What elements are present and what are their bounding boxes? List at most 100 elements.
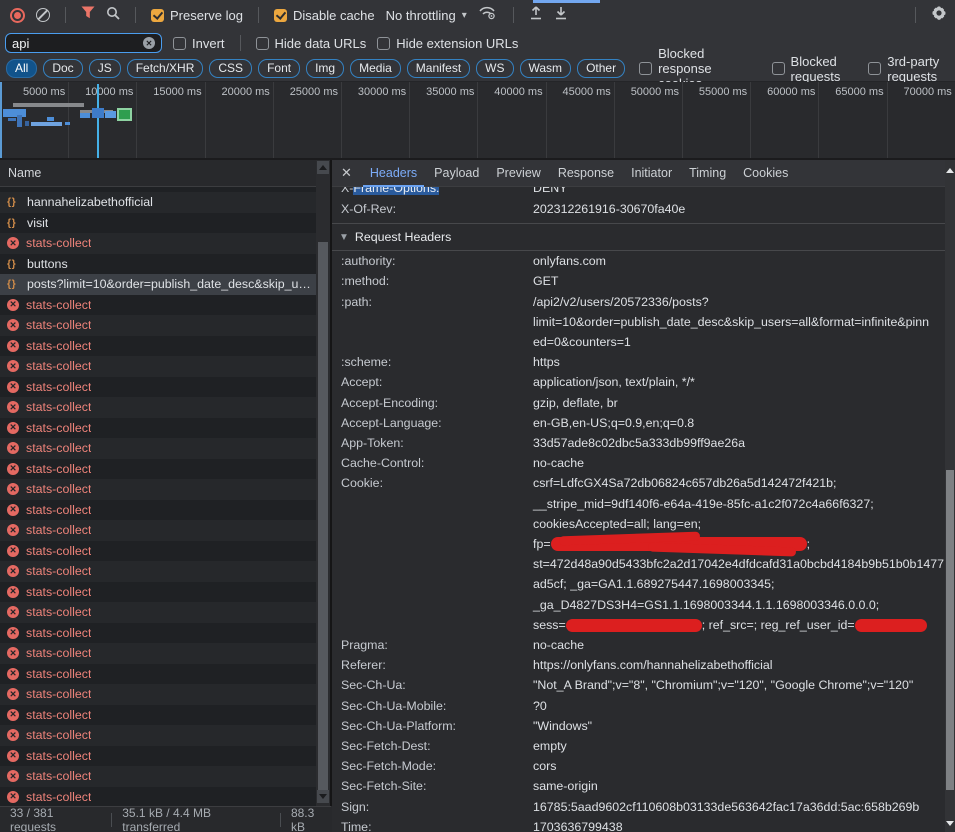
request-list: {}init{}hannahelizabethofficial{}visit✕s… [0,187,316,806]
header-row: X-Of-Rev:202312261916-30670fa40e [332,199,945,219]
filter-chip-manifest[interactable]: Manifest [407,59,470,78]
request-row[interactable]: {}posts?limit=10&order=publish_date_desc… [0,274,316,295]
filter-chip-wasm[interactable]: Wasm [520,59,572,78]
hide-data-urls-checkbox[interactable]: Hide data URLs [256,36,367,51]
request-row[interactable]: ✕stats-collect [0,561,316,582]
name-column-header[interactable]: Name [0,160,316,187]
close-details-icon[interactable]: ✕ [341,165,352,181]
throttling-dropdown[interactable]: No throttling ▾ [386,8,467,23]
request-row[interactable]: ✕stats-collect [0,438,316,459]
request-row[interactable]: ✕stats-collect [0,233,316,254]
request-row[interactable]: ✕stats-collect [0,643,316,664]
checkbox-checked-icon[interactable] [151,9,164,22]
waterfall-activity-bar [92,108,104,118]
request-name-label: stats-collect [26,503,91,517]
filter-toggle-icon[interactable] [81,6,95,24]
request-row[interactable]: ✕stats-collect [0,315,316,336]
record-button[interactable] [10,8,25,23]
request-row[interactable]: ✕stats-collect [0,479,316,500]
request-row[interactable]: ✕stats-collect [0,520,316,541]
disable-cache-checkbox[interactable]: Disable cache [274,8,375,23]
request-row[interactable]: ✕stats-collect [0,746,316,767]
request-row[interactable]: {}hannahelizabethofficial [0,192,316,213]
checkbox-unchecked-icon[interactable] [639,62,652,75]
scroll-down-button[interactable] [946,821,954,826]
clear-button[interactable] [36,8,50,22]
request-row[interactable]: ✕stats-collect [0,705,316,726]
filter-chip-media[interactable]: Media [350,59,401,78]
header-name: Sec-Ch-Ua-Platform: [332,716,533,736]
error-icon: ✕ [7,524,19,536]
scroll-up-button[interactable] [946,168,954,173]
request-row[interactable]: {}visit [0,213,316,234]
settings-gear-icon[interactable] [931,5,947,26]
request-row[interactable]: ✕stats-collect [0,602,316,623]
scrollbar-thumb[interactable] [946,470,954,790]
filter-chip-all[interactable]: All [6,59,37,78]
checkbox-unchecked-icon[interactable] [173,37,186,50]
export-har-icon[interactable] [554,6,568,25]
request-list-scrollbar[interactable] [316,160,332,806]
blocked-requests-checkbox[interactable]: Blocked requests [772,54,855,84]
import-har-icon[interactable] [529,6,543,25]
scrollbar-thumb[interactable] [318,242,328,790]
header-row: Referer:https://onlyfans.com/hannaheliza… [332,655,945,675]
request-headers-section-header[interactable]: ▼Request Headers [332,224,945,251]
3rd-party-requests-checkbox[interactable]: 3rd-party requests [868,54,955,84]
scroll-up-button[interactable] [317,161,329,174]
request-row[interactable]: ✕stats-collect [0,295,316,316]
error-icon: ✕ [7,237,19,249]
request-row[interactable]: {}buttons [0,254,316,275]
network-conditions-icon[interactable] [478,5,498,25]
request-row[interactable]: ✕stats-collect [0,377,316,398]
error-icon: ✕ [7,340,19,352]
tab-timing[interactable]: Timing [682,160,733,187]
filter-chip-js[interactable]: JS [89,59,121,78]
scroll-down-button[interactable] [317,790,329,803]
clear-filter-icon[interactable]: ✕ [143,37,155,49]
request-row[interactable]: ✕stats-collect [0,766,316,787]
filter-input[interactable]: api ✕ [5,33,162,53]
request-row[interactable]: ✕stats-collect [0,725,316,746]
request-row[interactable]: ✕stats-collect [0,664,316,685]
header-row: X-Frame-Options:DENY [332,187,945,198]
request-row[interactable]: ✕stats-collect [0,787,316,807]
tab-cookies[interactable]: Cookies [736,160,795,187]
tab-initiator[interactable]: Initiator [624,160,679,187]
error-icon: ✕ [7,627,19,639]
checkbox-unchecked-icon[interactable] [256,37,269,50]
details-scrollbar[interactable] [945,160,955,832]
filter-chip-ws[interactable]: WS [476,59,513,78]
tab-headers[interactable]: Headers [363,160,424,187]
network-overview-timeline[interactable]: 5000 ms10000 ms15000 ms20000 ms25000 ms3… [0,82,955,160]
status-item: 33 / 381 requests [10,806,101,832]
filter-chip-img[interactable]: Img [306,59,344,78]
preserve-log-checkbox[interactable]: Preserve log [151,8,243,23]
request-row[interactable]: ✕stats-collect [0,336,316,357]
filter-chip-css[interactable]: CSS [209,59,252,78]
checkbox-checked-icon[interactable] [274,9,287,22]
filter-chip-font[interactable]: Font [258,59,300,78]
tab-preview[interactable]: Preview [489,160,547,187]
request-row[interactable]: ✕stats-collect [0,541,316,562]
hide-extension-urls-checkbox[interactable]: Hide extension URLs [377,36,518,51]
tab-payload[interactable]: Payload [427,160,486,187]
filter-chip-other[interactable]: Other [577,59,625,78]
request-row[interactable]: ✕stats-collect [0,418,316,439]
checkbox-unchecked-icon[interactable] [868,62,881,75]
checkbox-unchecked-icon[interactable] [377,37,390,50]
checkbox-unchecked-icon[interactable] [772,62,785,75]
request-row[interactable]: ✕stats-collect [0,684,316,705]
search-icon[interactable] [106,6,120,25]
request-row[interactable]: ✕stats-collect [0,356,316,377]
filter-chip-doc[interactable]: Doc [43,59,82,78]
invert-checkbox[interactable]: Invert [173,36,225,51]
request-row[interactable]: ✕stats-collect [0,623,316,644]
request-row[interactable]: ✕stats-collect [0,397,316,418]
tab-response[interactable]: Response [551,160,621,187]
request-row[interactable]: ✕stats-collect [0,459,316,480]
filter-chip-fetch-xhr[interactable]: Fetch/XHR [127,59,204,78]
header-name: Sec-Ch-Ua: [332,675,533,695]
request-row[interactable]: ✕stats-collect [0,500,316,521]
request-row[interactable]: ✕stats-collect [0,582,316,603]
